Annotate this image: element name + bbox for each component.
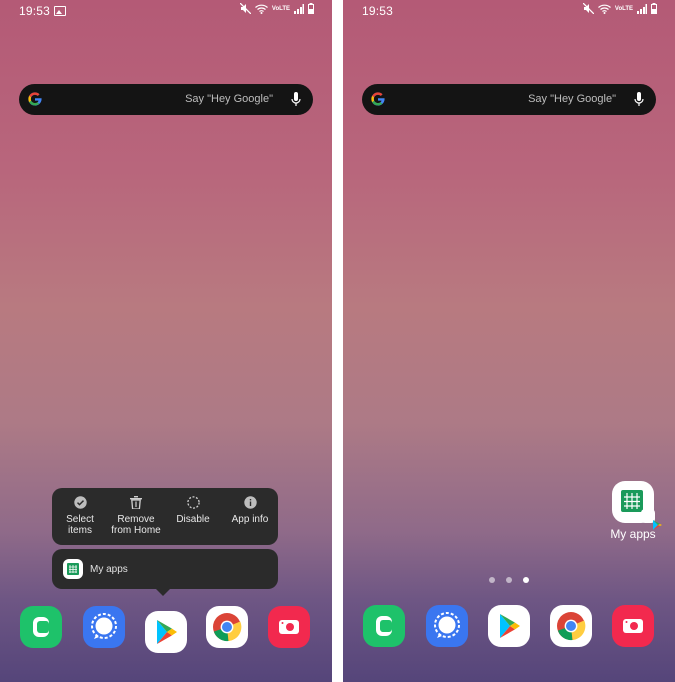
google-search-bar[interactable]: Say "Hey Google": [19, 84, 313, 115]
page-indicator-active[interactable]: [523, 577, 529, 583]
disable-label: Disable: [176, 514, 210, 525]
status-bar: 19:53 VoLTE: [0, 0, 332, 22]
mute-icon: [582, 3, 594, 14]
home-screen-left: 19:53 VoLTE Say "Hey Google" Select item…: [0, 0, 332, 682]
check-circle-icon: [73, 496, 87, 509]
phone-app-icon[interactable]: [363, 605, 405, 647]
camera-app-icon[interactable]: [268, 606, 310, 648]
my-apps-shortcut-icon[interactable]: [612, 481, 662, 530]
play-store-icon[interactable]: [488, 605, 530, 647]
signal-app-icon[interactable]: [426, 605, 468, 647]
mic-icon[interactable]: [291, 92, 301, 107]
disable-icon: [186, 496, 200, 509]
battery-icon: [651, 3, 657, 14]
phone-app-icon[interactable]: [20, 606, 62, 648]
google-search-bar[interactable]: Say "Hey Google": [362, 84, 656, 115]
camera-app-icon[interactable]: [612, 605, 654, 647]
wifi-icon: [254, 4, 268, 14]
app-info-label: App info: [231, 514, 269, 525]
carrier-label: VoLTE: [271, 5, 290, 12]
select-items-label: Select items: [66, 514, 94, 536]
battery-icon: [308, 3, 314, 14]
signal-app-icon[interactable]: [83, 606, 125, 648]
my-apps-label: My apps: [610, 527, 656, 541]
status-icons: VoLTE: [239, 3, 314, 14]
chrome-icon[interactable]: [206, 606, 248, 648]
mute-icon: [239, 3, 251, 14]
search-hint-text: Say "Hey Google": [185, 93, 273, 105]
info-icon: [243, 496, 257, 509]
google-logo-icon: [28, 92, 42, 106]
chrome-icon[interactable]: [550, 605, 592, 647]
play-store-icon[interactable]: [145, 611, 187, 653]
status-icons: VoLTE: [582, 3, 657, 14]
app-context-menu: Select items Remove from Home Disable Ap…: [52, 488, 278, 545]
home-screen-right: 19:53 VoLTE Say "Hey Google": [343, 0, 675, 682]
my-apps-icon: [63, 559, 83, 579]
play-store-badge-icon: [641, 509, 662, 530]
status-time: 19:53: [362, 4, 394, 18]
app-info-action[interactable]: App info: [224, 496, 276, 525]
carrier-label: VoLTE: [614, 5, 633, 12]
wifi-icon: [597, 4, 611, 14]
select-items-action[interactable]: Select items: [54, 496, 106, 536]
my-apps-shortcut[interactable]: My apps: [52, 549, 278, 596]
my-apps-shortcut-label: My apps: [90, 564, 128, 575]
mic-icon[interactable]: [634, 92, 644, 107]
google-logo-icon: [371, 92, 385, 106]
signal-strength-icon: [637, 3, 647, 14]
status-time: 19:53: [19, 4, 51, 18]
gallery-notification-icon: [54, 6, 66, 16]
page-indicator[interactable]: [506, 577, 512, 583]
remove-from-home-action[interactable]: Remove from Home: [110, 496, 162, 536]
home-page-indicator[interactable]: [489, 577, 495, 583]
disable-action[interactable]: Disable: [167, 496, 219, 525]
trash-icon: [130, 496, 142, 509]
status-bar: 19:53 VoLTE: [343, 0, 675, 22]
remove-from-home-label: Remove from Home: [111, 514, 161, 536]
search-hint-text: Say "Hey Google": [528, 93, 616, 105]
signal-strength-icon: [294, 3, 304, 14]
